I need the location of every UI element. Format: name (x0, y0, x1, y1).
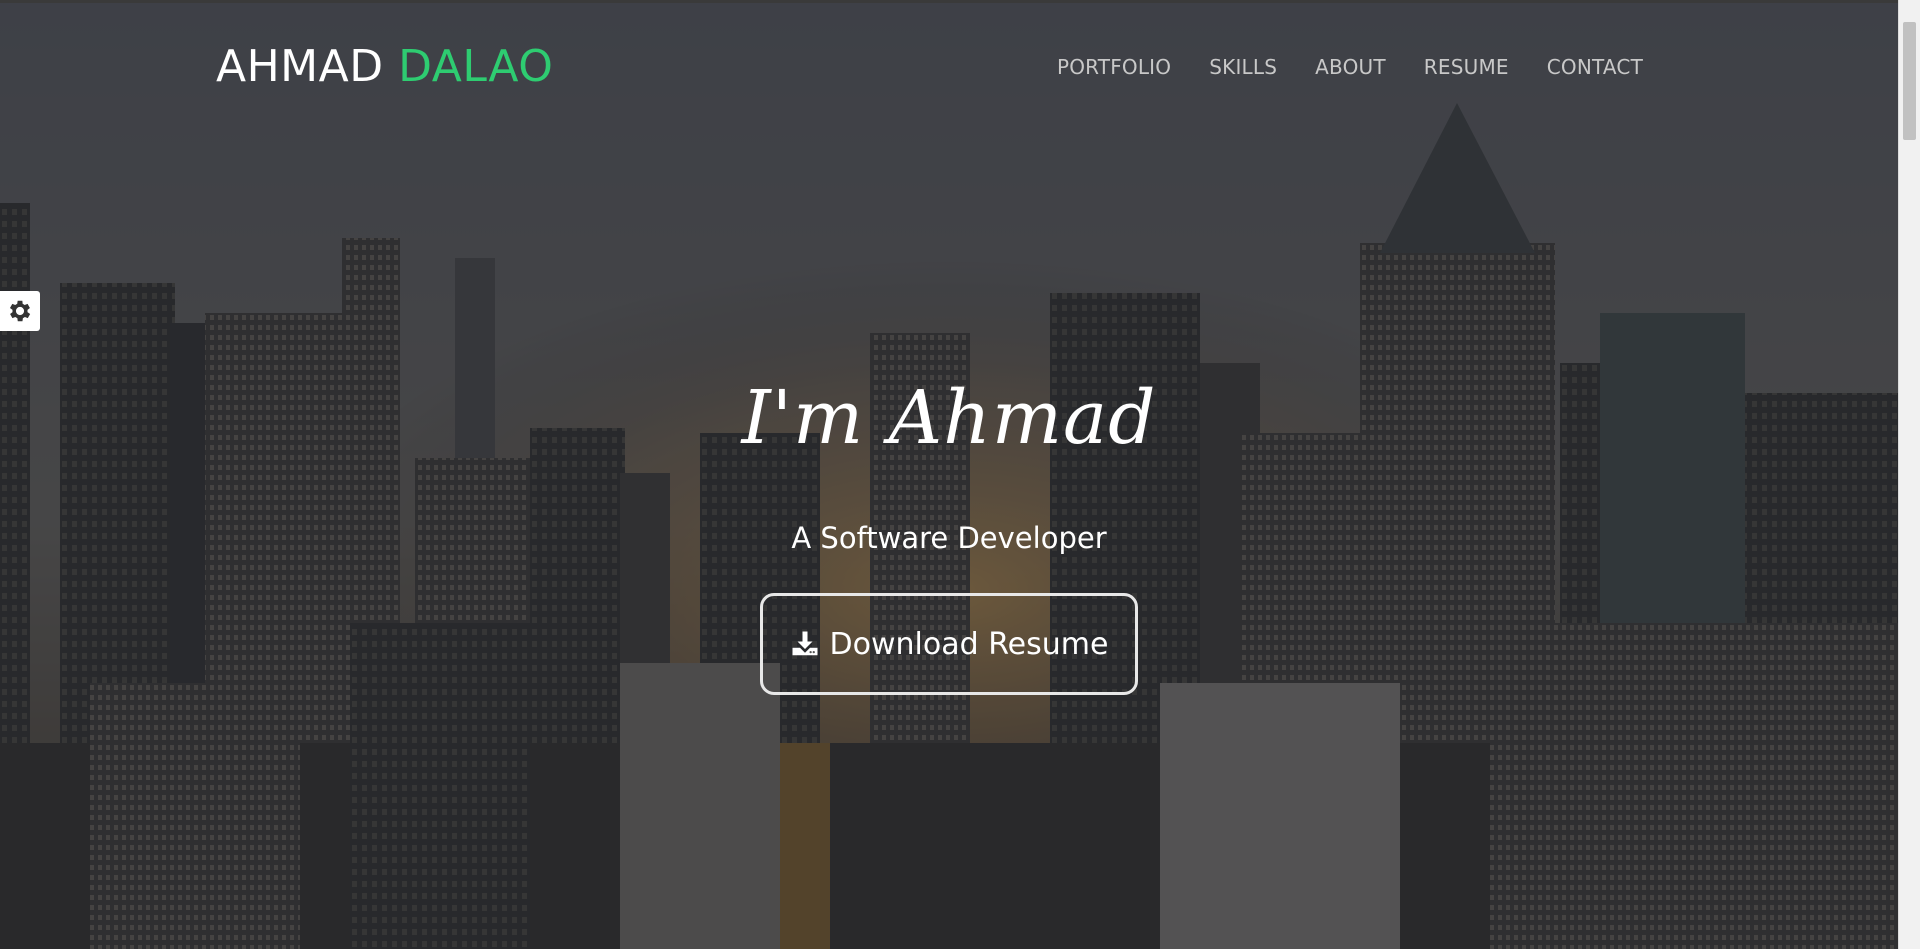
nav-link-portfolio[interactable]: PORTFOLIO (1057, 55, 1171, 79)
main-nav: PORTFOLIO SKILLS ABOUT RESUME CONTACT (1057, 55, 1643, 79)
page-viewport: AHMAD DALAO PORTFOLIO SKILLS ABOUT RESUM… (0, 0, 1898, 949)
nav-link-about[interactable]: ABOUT (1315, 55, 1386, 79)
logo-first-name: AHMAD (216, 41, 384, 92)
logo-last-name: DALAO (398, 41, 554, 92)
nav-link-contact[interactable]: CONTACT (1547, 55, 1643, 79)
download-resume-label: Download Resume (829, 626, 1109, 662)
site-logo[interactable]: AHMAD DALAO (216, 41, 553, 92)
page-scrollbar[interactable] (1898, 0, 1920, 949)
hero-overlay (0, 3, 1898, 949)
hero-subtitle: A Software Developer (791, 521, 1107, 555)
download-resume-button[interactable]: Download Resume (760, 593, 1138, 695)
nav-link-skills[interactable]: SKILLS (1209, 55, 1277, 79)
gear-icon (9, 300, 31, 322)
download-icon (792, 631, 818, 656)
hero-heading: I'm Ahmad (741, 375, 1157, 461)
nav-link-resume[interactable]: RESUME (1424, 55, 1509, 79)
settings-toggle-button[interactable] (0, 291, 40, 331)
scrollbar-thumb[interactable] (1903, 22, 1916, 140)
